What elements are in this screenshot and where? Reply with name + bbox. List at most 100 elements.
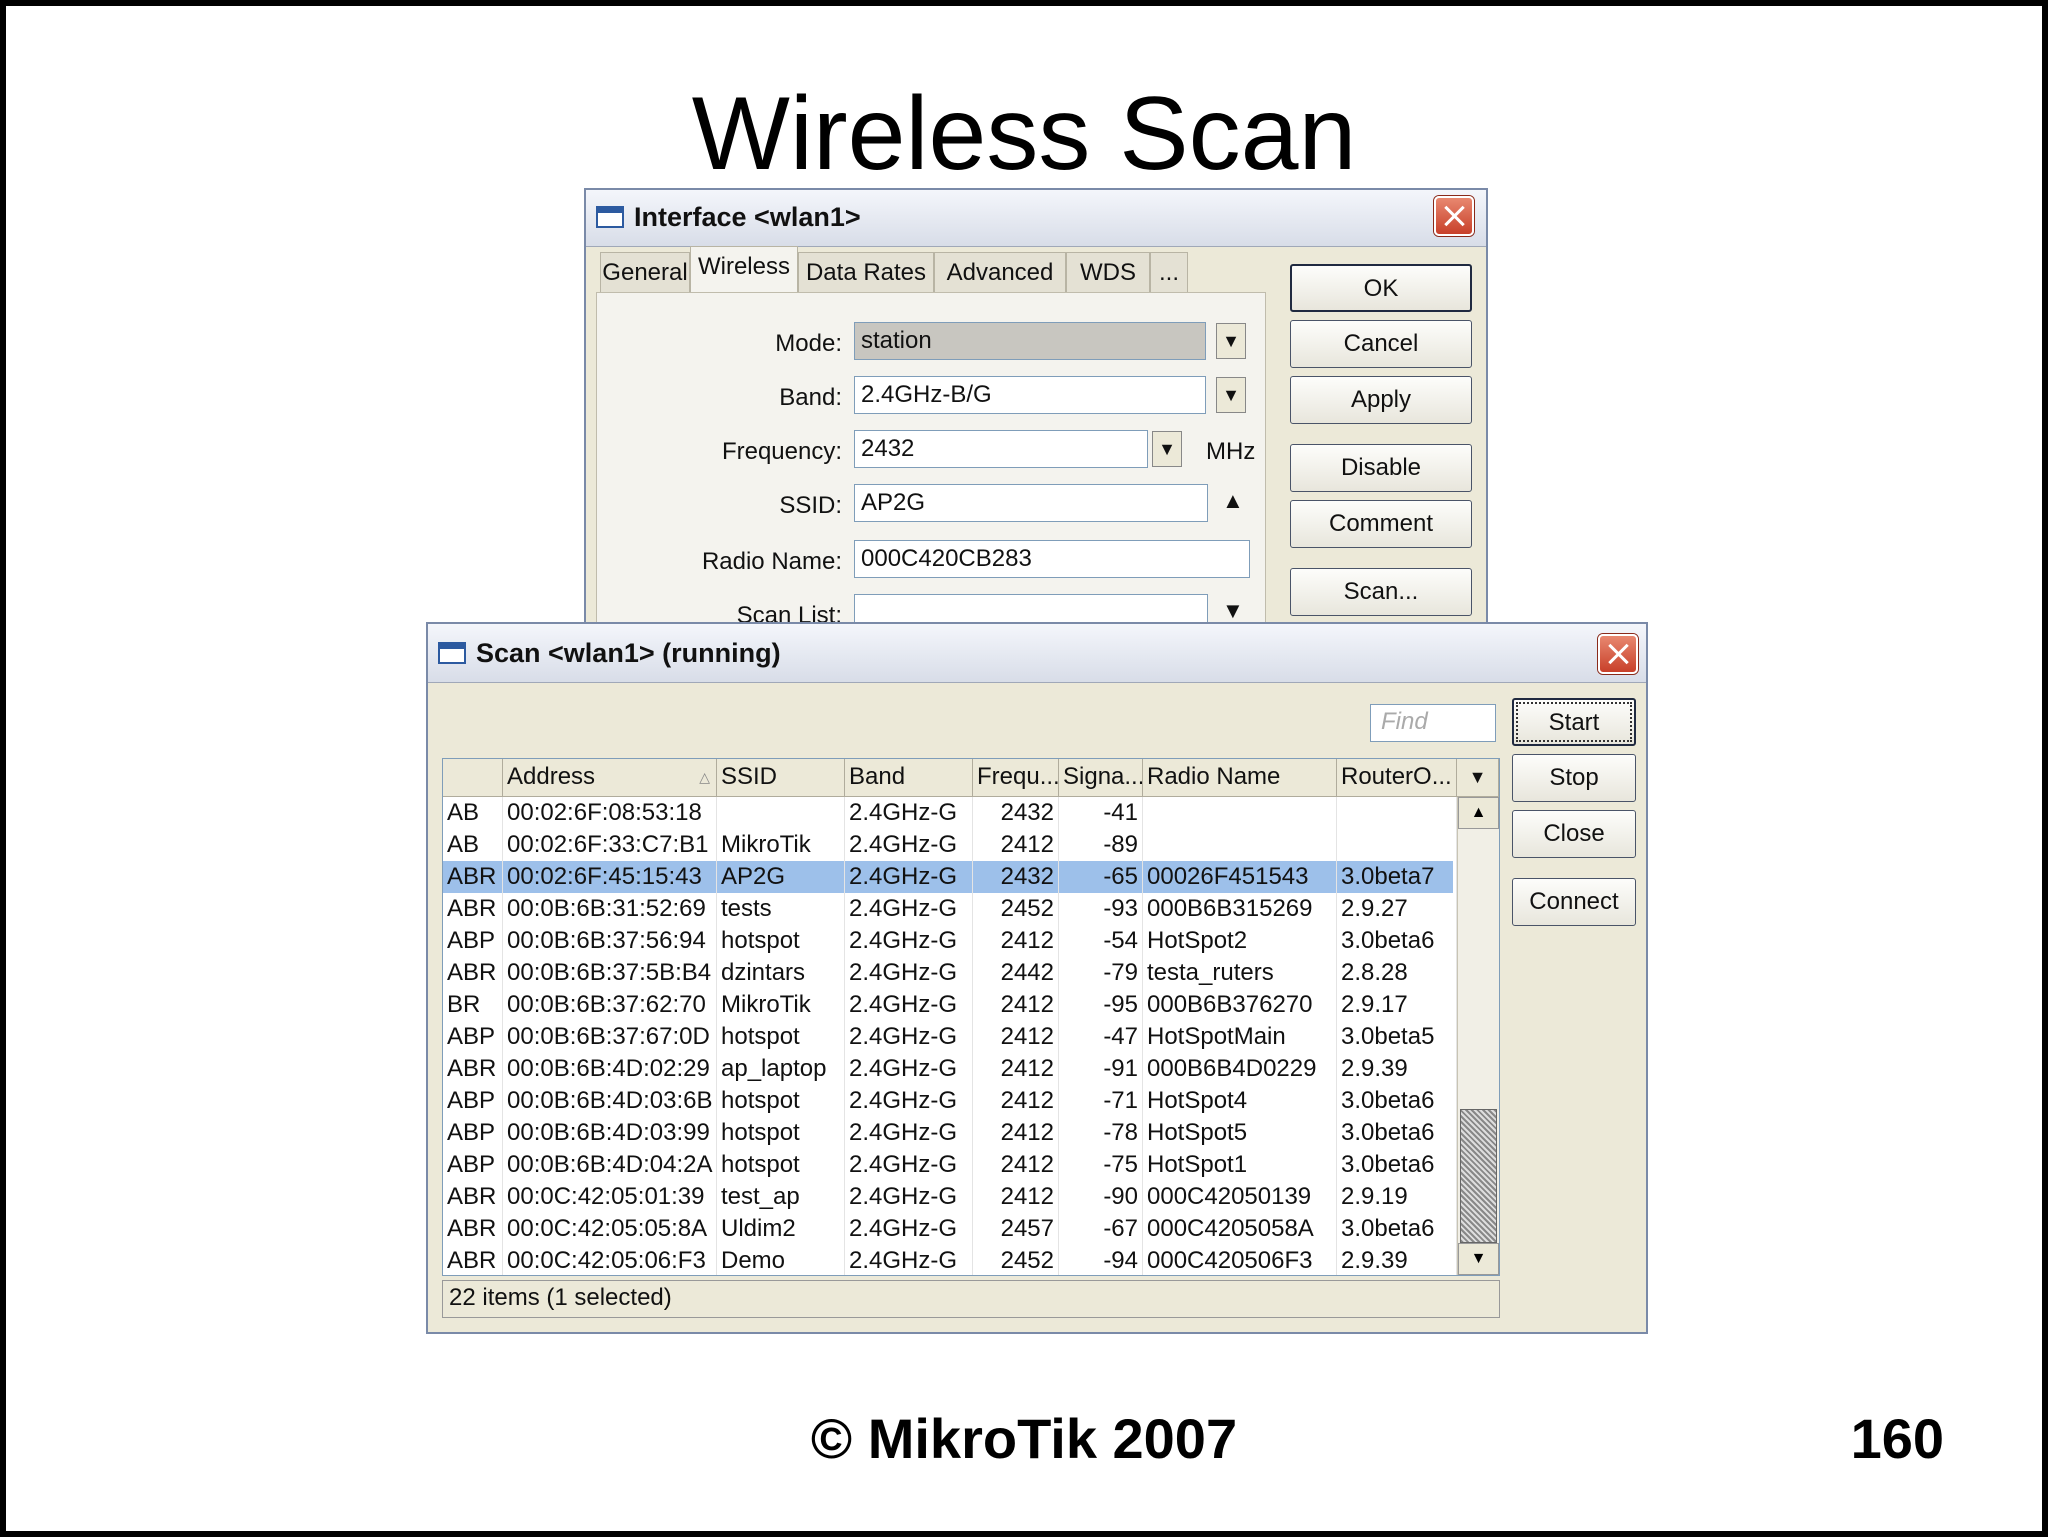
table-row[interactable]: ABP 00:0B:6B:4D:03:99 hotspot 2.4GHz-G 2412-… xyxy=(443,1117,1457,1149)
cell-ssid: ap_laptop xyxy=(717,1053,845,1085)
column-header-router-os[interactable]: RouterO... xyxy=(1337,759,1457,797)
cell-flags: ABP xyxy=(443,925,503,957)
ok-button[interactable]: OK xyxy=(1290,264,1472,312)
radio-name-label: Radio Name: xyxy=(701,548,842,575)
close-icon[interactable] xyxy=(1434,196,1474,236)
interface-window-title: Interface <wlan1> xyxy=(634,202,861,232)
band-field[interactable]: 2.4GHz-B/G xyxy=(854,376,1206,414)
cell-flags: ABP xyxy=(443,1117,503,1149)
disable-button[interactable]: Disable xyxy=(1290,444,1472,492)
column-header-address[interactable]: Address △ xyxy=(503,759,717,797)
frequency-field[interactable]: 2432 xyxy=(854,430,1148,468)
cell-flags: ABR xyxy=(443,1245,503,1275)
scroll-up-icon[interactable]: ▲ xyxy=(1458,797,1499,829)
band-label: Band: xyxy=(779,384,842,411)
scan-status-bar: 22 items (1 selected) xyxy=(442,1280,1500,1318)
page-number: 160 xyxy=(1850,1407,1944,1470)
cell-band: 2.4GHz-G xyxy=(845,1021,973,1053)
column-header-ssid[interactable]: SSID xyxy=(717,759,845,797)
scan-button[interactable]: Scan... xyxy=(1290,568,1472,616)
tab-wds[interactable]: WDS xyxy=(1066,252,1150,292)
cell-ssid: hotspot xyxy=(717,925,845,957)
column-menu-dropdown-icon[interactable]: ▼ xyxy=(1457,759,1499,797)
table-row[interactable]: ABP 00:0B:6B:4D:03:6B hotspot 2.4GHz-G 2412-… xyxy=(443,1085,1457,1117)
cell-freq: 2412 xyxy=(973,1053,1059,1085)
cell-flags: AB xyxy=(443,797,503,829)
cell-signal: -54 xyxy=(1059,925,1143,957)
cell-router: 2.8.28 xyxy=(1337,957,1457,989)
tab-data-rates[interactable]: Data Rates xyxy=(798,252,934,292)
cell-signal: -78 xyxy=(1059,1117,1143,1149)
cell-freq: 2412 xyxy=(973,1181,1059,1213)
table-row[interactable]: ABP 00:0B:6B:4D:04:2A hotspot 2.4GHz-G 2412-… xyxy=(443,1149,1457,1181)
slide-title: Wireless Scan xyxy=(691,76,1357,192)
close-icon[interactable] xyxy=(1598,634,1638,674)
table-row[interactable]: AB 00:02:6F:08:53:18 2.4GHz-G 2432 -41 xyxy=(443,797,1457,829)
cell-freq: 2412 xyxy=(973,829,1059,861)
tab-wireless[interactable]: Wireless xyxy=(690,246,798,294)
table-row[interactable]: ABR 00:0C:42:05:05:8A Uldim2 2.4GHz-G 2457 -6… xyxy=(443,1213,1457,1245)
connect-button[interactable]: Connect xyxy=(1512,878,1636,926)
table-row[interactable]: ABR 00:0B:6B:4D:02:29 ap_laptop 2.4GHz-G 241… xyxy=(443,1053,1457,1085)
apply-button[interactable]: Apply xyxy=(1290,376,1472,424)
tab-more[interactable]: ... xyxy=(1150,252,1188,292)
scroll-down-icon[interactable]: ▼ xyxy=(1458,1243,1499,1275)
cell-signal: -89 xyxy=(1059,829,1143,861)
column-header-flags[interactable] xyxy=(443,759,503,797)
vertical-scrollbar[interactable]: ▲ ▼ xyxy=(1457,797,1499,1275)
cell-ssid: hotspot xyxy=(717,1149,845,1181)
scrollbar-thumb[interactable] xyxy=(1460,1109,1497,1243)
cell-flags: ABR xyxy=(443,1213,503,1245)
stop-button[interactable]: Stop xyxy=(1512,754,1636,802)
interface-titlebar[interactable]: Interface <wlan1> xyxy=(586,190,1486,247)
cell-ssid: Uldim2 xyxy=(717,1213,845,1245)
frequency-dropdown-icon[interactable]: ▼ xyxy=(1152,431,1182,467)
table-row[interactable]: ABR 00:0B:6B:37:5B:B4 dzintars 2.4GHz-G 2442… xyxy=(443,957,1457,989)
radio-name-field[interactable]: 000C420CB283 xyxy=(854,540,1250,578)
comment-button[interactable]: Comment xyxy=(1290,500,1472,548)
column-header-frequency[interactable]: Frequ... xyxy=(973,759,1059,797)
cell-address: 00:0B:6B:31:52:69 xyxy=(503,893,717,925)
cell-address: 00:0B:6B:4D:03:99 xyxy=(503,1117,717,1149)
cell-band: 2.4GHz-G xyxy=(845,861,973,893)
tab-general[interactable]: General xyxy=(600,252,690,292)
table-row[interactable]: ABR 00:0C:42:05:01:39 test_ap 2.4GHz-G 2412-… xyxy=(443,1181,1457,1213)
column-header-signal[interactable]: Signa... xyxy=(1059,759,1143,797)
scan-list-dropdown-icon[interactable]: ▼ xyxy=(1222,598,1244,624)
band-dropdown-icon[interactable]: ▼ xyxy=(1216,377,1246,413)
find-input[interactable]: Find xyxy=(1370,704,1496,742)
cell-radio: HotSpotMain xyxy=(1143,1021,1337,1053)
cell-freq: 2442 xyxy=(973,957,1059,989)
table-row[interactable]: BR 00:0B:6B:37:62:70 MikroTik 2.4GHz-G 2412-… xyxy=(443,989,1457,1021)
cell-address: 00:0B:6B:37:5B:B4 xyxy=(503,957,717,989)
cell-radio: 000B6B4D0229 xyxy=(1143,1053,1337,1085)
mode-field[interactable]: station xyxy=(854,322,1206,360)
cell-address: 00:0B:6B:37:56:94 xyxy=(503,925,717,957)
close-button[interactable]: Close xyxy=(1512,810,1636,858)
cell-freq: 2412 xyxy=(973,989,1059,1021)
table-row[interactable]: ABR 00:02:6F:45:15:43 AP2G 2.4GHz-G 2432 -65 0… xyxy=(443,861,1457,893)
table-row[interactable]: ABR 00:0C:42:05:06:F3 Demo 2.4GHz-G 2452 -94 0… xyxy=(443,1245,1457,1275)
cell-router: 3.0beta6 xyxy=(1337,1117,1457,1149)
frequency-label: Frequency: xyxy=(721,438,842,465)
cell-address: 00:0B:6B:37:67:0D xyxy=(503,1021,717,1053)
table-row[interactable]: ABR 00:0B:6B:31:52:69 tests 2.4GHz-G 2452 -93… xyxy=(443,893,1457,925)
ssid-collapse-icon[interactable]: ▲ xyxy=(1222,488,1244,514)
cell-signal: -93 xyxy=(1059,893,1143,925)
cell-flags: ABR xyxy=(443,1181,503,1213)
table-row[interactable]: ABP 00:0B:6B:37:56:94 hotspot 2.4GHz-G 2412-… xyxy=(443,925,1457,957)
start-button[interactable]: Start xyxy=(1512,698,1636,746)
cancel-button[interactable]: Cancel xyxy=(1290,320,1472,368)
tab-advanced[interactable]: Advanced xyxy=(934,252,1066,292)
ssid-field[interactable]: AP2G xyxy=(854,484,1208,522)
column-header-radio-name[interactable]: Radio Name xyxy=(1143,759,1337,797)
cell-router: 2.9.39 xyxy=(1337,1053,1457,1085)
cell-band: 2.4GHz-G xyxy=(845,1245,973,1275)
column-header-band[interactable]: Band xyxy=(845,759,973,797)
table-row[interactable]: ABP 00:0B:6B:37:67:0D hotspot 2.4GHz-G 2412-… xyxy=(443,1021,1457,1053)
cell-signal: -71 xyxy=(1059,1085,1143,1117)
mode-dropdown-icon[interactable]: ▼ xyxy=(1216,323,1246,359)
mode-label: Mode: xyxy=(775,330,842,357)
scan-titlebar[interactable]: Scan <wlan1> (running) xyxy=(428,624,1646,683)
table-row[interactable]: AB 00:02:6F:33:C7:B1 MikroTik 2.4GHz-G 2412-… xyxy=(443,829,1457,861)
